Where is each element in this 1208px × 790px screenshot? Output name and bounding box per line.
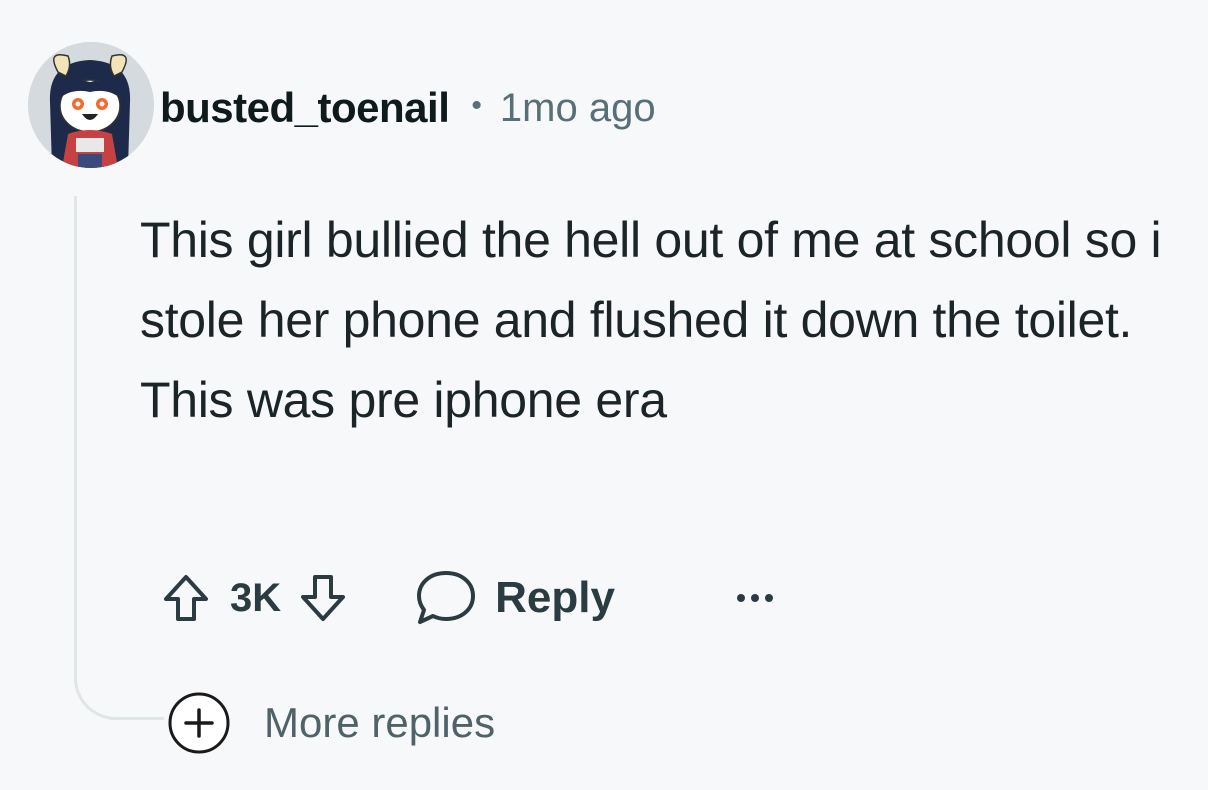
comment-action-bar: 3K Reply — [154, 562, 785, 634]
meta-separator: • — [471, 89, 482, 122]
username-link[interactable]: busted_toenail — [160, 84, 450, 132]
arrow-down-outline-icon — [301, 575, 346, 621]
more-replies-button[interactable]: More replies — [166, 690, 495, 756]
more-replies-label: More replies — [264, 699, 496, 746]
reply-label: Reply — [495, 573, 615, 622]
avatar[interactable] — [28, 42, 154, 168]
ellipsis-icon — [736, 594, 773, 602]
comment-timestamp[interactable]: 1mo ago — [500, 86, 656, 131]
plus-circle-icon — [168, 692, 230, 754]
vote-score: 3K — [230, 575, 282, 620]
comment-body: This girl bullied the hell out of me at … — [140, 212, 1162, 428]
snoo-avatar-icon — [28, 42, 154, 168]
reply-button[interactable]: Reply — [415, 569, 615, 627]
downvote-button[interactable] — [291, 566, 355, 630]
upvote-button[interactable] — [154, 566, 218, 630]
comment-meta: busted_toenail • 1mo ago — [160, 78, 656, 138]
speech-bubble-icon — [417, 571, 476, 624]
arrow-up-outline-icon — [164, 575, 208, 621]
more-options-button[interactable] — [725, 578, 785, 618]
